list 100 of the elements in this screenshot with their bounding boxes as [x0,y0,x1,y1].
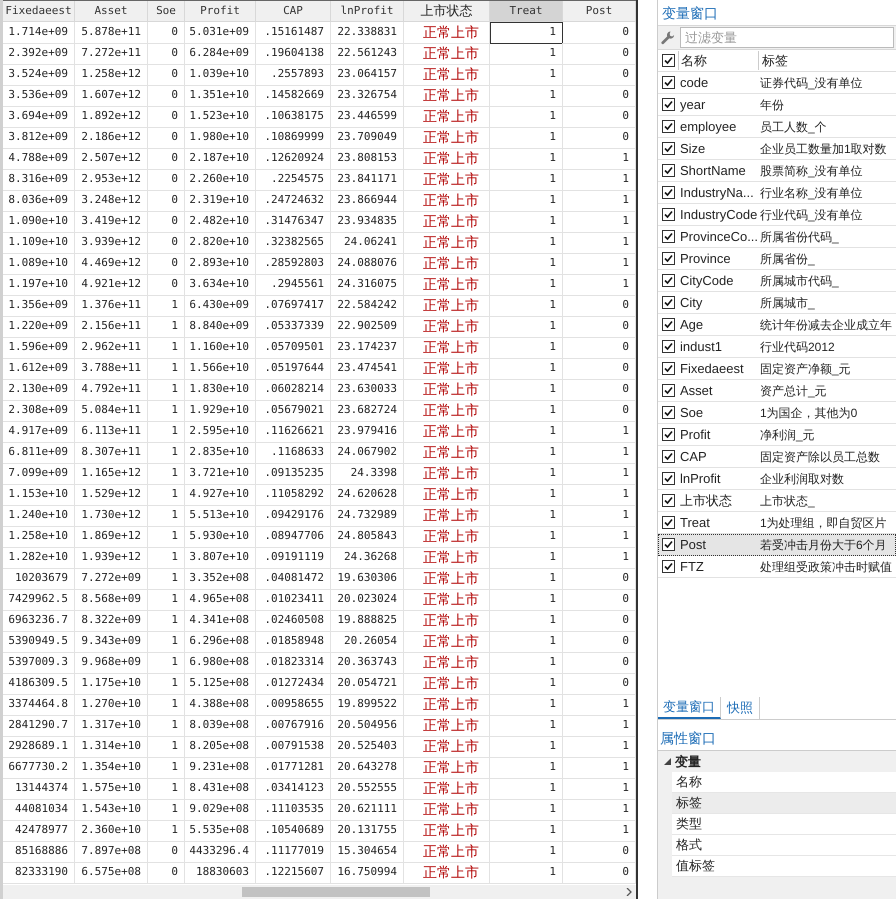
table-cell[interactable]: 85168886 [3,841,75,863]
variable-row[interactable]: City 所属城市_ [658,292,896,314]
table-cell[interactable]: 1.566e+10 [185,358,256,380]
table-cell[interactable]: 正常上市 [404,484,490,506]
table-cell[interactable]: .24724632 [256,190,331,212]
table-cell[interactable]: 3.721e+10 [185,463,256,485]
table-cell[interactable]: 1 [148,379,185,401]
table-cell[interactable]: 4.927e+10 [185,484,256,506]
table-cell[interactable]: .2254575 [256,169,331,191]
checkbox[interactable] [662,516,674,529]
variable-row[interactable]: Fixedaeest 固定资产净额_元 [658,358,896,380]
variable-row[interactable]: ProvinceCo...所属省份代码_ [658,226,896,248]
variable-row[interactable]: IndustryNa... 行业名称_没有单位 [658,182,896,204]
table-cell[interactable]: .19604138 [256,43,331,65]
table-cell[interactable]: 2.962e+11 [75,337,148,359]
table-cell[interactable]: 8.307e+11 [75,442,148,464]
table-cell[interactable]: 0 [148,211,185,233]
table-cell[interactable]: 正常上市 [404,736,490,758]
variable-row[interactable]: lnProfit 企业利润取对数 [658,468,896,490]
table-cell[interactable]: 1 [148,547,185,569]
table-cell[interactable]: .01272434 [256,673,331,695]
variable-row[interactable]: ShortName 股票简称_没有单位 [658,160,896,182]
table-cell[interactable]: 6.980e+08 [185,652,256,674]
table-cell[interactable]: 23.474541 [331,358,404,380]
table-cell[interactable]: 1 [490,610,563,632]
checkbox[interactable] [662,340,674,353]
table-cell[interactable]: 1.314e+10 [75,736,148,758]
table-cell[interactable]: .11177019 [256,841,331,863]
column-header[interactable]: Fixedaeest [3,1,75,22]
table-cell[interactable]: 23.682724 [331,400,404,422]
table-cell[interactable]: 1 [490,652,563,674]
variable-row[interactable]: Post 若受冲击月份大于6个月 [658,534,896,556]
table-cell[interactable]: 1.529e+12 [75,484,148,506]
table-cell[interactable]: 1.153e+10 [3,484,75,506]
table-cell[interactable]: 2.187e+10 [185,148,256,170]
table-cell[interactable]: .12215607 [256,862,331,884]
table-cell[interactable]: 1 [490,295,563,317]
table-cell[interactable]: 23.064157 [331,64,404,86]
table-cell[interactable]: 1.730e+12 [75,505,148,527]
table-cell[interactable]: .00958655 [256,694,331,716]
table-cell[interactable]: 正常上市 [404,694,490,716]
property-row[interactable]: 名称 [672,772,896,793]
table-cell[interactable]: 正常上市 [404,337,490,359]
table-cell[interactable]: 3.524e+09 [3,64,75,86]
table-cell[interactable]: 1.892e+12 [75,106,148,128]
table-cell[interactable]: 1.612e+09 [3,358,75,380]
table-cell[interactable]: 正常上市 [404,43,490,65]
table-cell[interactable]: 24.732989 [331,505,404,527]
table-cell[interactable]: 1 [490,421,563,443]
table-cell[interactable]: 9.343e+09 [75,631,148,653]
table-cell[interactable]: 1.351e+10 [185,85,256,107]
table-cell[interactable]: 0 [148,190,185,212]
table-cell[interactable]: 5.031e+09 [185,22,256,44]
table-cell[interactable]: 13144374 [3,778,75,800]
table-cell[interactable]: 1.543e+10 [75,799,148,821]
table-cell[interactable]: 1 [490,316,563,338]
table-cell[interactable]: .2945561 [256,274,331,296]
table-cell[interactable]: 0 [148,127,185,149]
checkbox[interactable] [662,54,674,67]
table-cell[interactable]: 8.322e+09 [75,610,148,632]
table-cell[interactable]: 3.939e+12 [75,232,148,254]
table-cell[interactable]: 正常上市 [404,547,490,569]
table-cell[interactable]: 6677730.2 [3,757,75,779]
table-cell[interactable]: 2.260e+10 [185,169,256,191]
table-cell[interactable]: 23.326754 [331,85,404,107]
table-cell[interactable]: 正常上市 [404,85,490,107]
table-cell[interactable]: .32382565 [256,232,331,254]
variable-row[interactable]: code 证券代码_没有单位 [658,72,896,94]
table-cell[interactable]: 1 [148,316,185,338]
table-cell[interactable]: 5.535e+08 [185,820,256,842]
column-header[interactable]: Profit [185,1,256,22]
variable-row[interactable]: year 年份 [658,94,896,116]
checkbox[interactable] [662,296,674,309]
table-cell[interactable]: 4.792e+11 [75,379,148,401]
table-cell[interactable]: 44081034 [3,799,75,821]
table-cell[interactable]: 1 [490,169,563,191]
variable-row[interactable]: 上市状态 上市状态_ [658,490,896,512]
table-cell[interactable]: 1.258e+10 [3,526,75,548]
table-cell[interactable]: .00767916 [256,715,331,737]
table-cell[interactable]: 1 [490,253,563,275]
table-cell[interactable]: .09191119 [256,547,331,569]
table-cell[interactable]: .14582669 [256,85,331,107]
table-cell[interactable]: 4.917e+09 [3,421,75,443]
checkbox[interactable] [662,560,674,573]
table-cell[interactable]: 23.979416 [331,421,404,443]
table-cell[interactable]: 正常上市 [404,820,490,842]
table-cell[interactable]: 5.930e+10 [185,526,256,548]
table-cell[interactable]: 7429962.5 [3,589,75,611]
table-cell[interactable]: 0 [148,841,185,863]
column-header[interactable]: Asset [75,1,148,22]
table-cell[interactable]: .05197644 [256,358,331,380]
table-cell[interactable]: 2.156e+11 [75,316,148,338]
table-cell[interactable]: .04081472 [256,568,331,590]
table-cell[interactable]: 0 [148,232,185,254]
variable-row[interactable]: IndustryCode 行业代码_没有单位 [658,204,896,226]
table-cell[interactable]: 1.175e+10 [75,673,148,695]
table-cell[interactable]: 1 [490,463,563,485]
expand-triangle-icon[interactable] [664,758,671,765]
scroll-right-icon[interactable] [626,888,632,896]
table-cell[interactable]: 2.392e+09 [3,43,75,65]
